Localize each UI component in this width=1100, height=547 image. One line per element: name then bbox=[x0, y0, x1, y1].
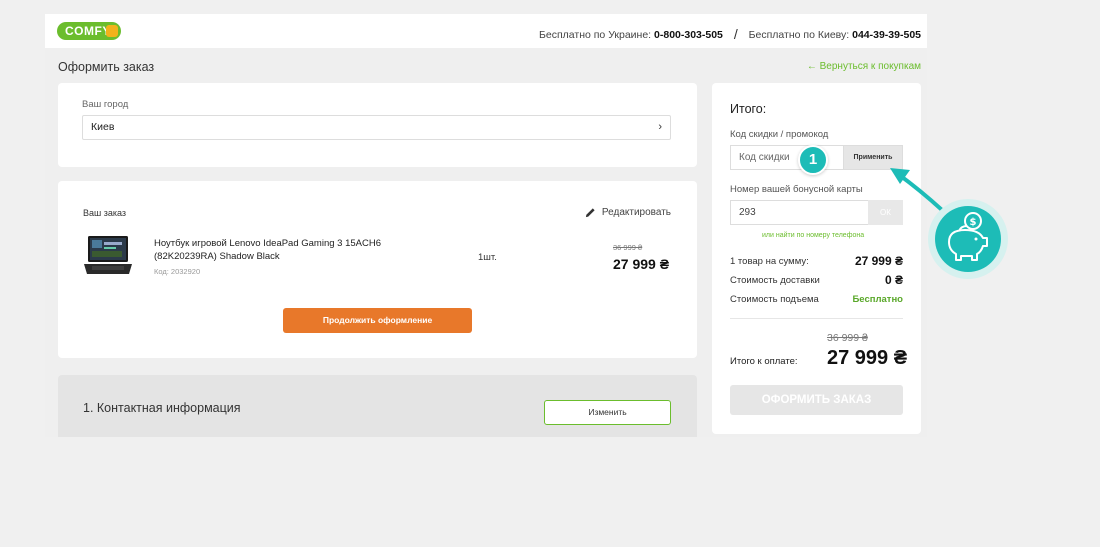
product-price: 27 999 ₴ bbox=[613, 256, 670, 272]
find-by-phone-link[interactable]: или найти по номеру телефона bbox=[762, 232, 864, 239]
phone-kyiv[interactable]: 044-39-39-505 bbox=[852, 29, 921, 41]
summary-title: Итого: bbox=[730, 102, 767, 116]
total-price: 27 999 ₴ bbox=[827, 347, 908, 369]
svg-text:$: $ bbox=[970, 217, 977, 228]
change-contact-button[interactable]: Изменить bbox=[544, 400, 671, 425]
comfy-logo[interactable]: COMFY bbox=[57, 22, 121, 40]
edit-label: Редактировать bbox=[601, 207, 671, 218]
phone-kyiv-label: Бесплатно по Киеву: bbox=[748, 29, 850, 41]
bonus-card-label: Номер вашей бонусной карты bbox=[730, 184, 863, 195]
product-name[interactable]: Ноутбук игровой Lenovo IdeaPad Gaming 3 … bbox=[154, 237, 414, 263]
contact-info-section: 1. Контактная информация Изменить bbox=[58, 375, 697, 437]
phone-separator: / bbox=[733, 26, 738, 42]
phone-ukraine[interactable]: 0-800-303-505 bbox=[654, 29, 723, 41]
header: COMFY Бесплатно по Украине: 0-800-303-50… bbox=[45, 14, 927, 48]
header-phones: Бесплатно по Украине: 0-800-303-505 / Бе… bbox=[538, 25, 921, 42]
contact-info-title: 1. Контактная информация bbox=[83, 401, 241, 415]
chevron-right-icon: › bbox=[658, 121, 662, 133]
logo-mark-icon bbox=[106, 25, 118, 37]
city-select[interactable]: Киев › bbox=[82, 115, 671, 140]
city-value: Киев bbox=[91, 121, 115, 133]
phone-ukraine-label: Бесплатно по Украине: bbox=[538, 29, 652, 41]
city-label: Ваш город bbox=[82, 99, 129, 110]
back-to-shopping-link[interactable]: ← Вернуться к покупкам bbox=[807, 61, 921, 72]
logo-text: COMFY bbox=[65, 24, 111, 38]
row-label: Стоимость доставки bbox=[730, 275, 820, 286]
order-summary-card: Итого: Код скидки / промокод Код скидки … bbox=[712, 83, 921, 434]
order-card: Ваш заказ Редактировать Ноутбук игровой … bbox=[58, 181, 697, 358]
checkout-page: COMFY Бесплатно по Украине: 0-800-303-50… bbox=[45, 14, 927, 437]
total-old-price: 36 999 ₴ bbox=[827, 332, 868, 344]
row-value: Бесплатно bbox=[852, 294, 903, 305]
product-quantity: 1шт. bbox=[478, 252, 497, 263]
summary-divider bbox=[730, 318, 903, 319]
row-label: Стоимость подъема bbox=[730, 294, 819, 305]
step-badge: 1 bbox=[798, 145, 828, 175]
city-card: Ваш город Киев › bbox=[58, 83, 697, 167]
pencil-icon bbox=[585, 208, 595, 218]
continue-checkout-button[interactable]: Продолжить оформление bbox=[283, 308, 472, 333]
page-title: Оформить заказ bbox=[58, 60, 155, 74]
row-value: 27 999 ₴ bbox=[854, 254, 903, 268]
summary-row-lifting: Стоимость подъема Бесплатно bbox=[730, 294, 903, 305]
place-order-button[interactable]: ОФОРМИТЬ ЗАКАЗ bbox=[730, 385, 903, 415]
order-label: Ваш заказ bbox=[83, 208, 127, 218]
summary-row-delivery: Стоимость доставки 0 ₴ bbox=[730, 273, 903, 287]
edit-order-link[interactable]: Редактировать bbox=[585, 207, 671, 218]
product-code: Код: 2032920 bbox=[154, 267, 201, 276]
row-label: 1 товар на сумму: bbox=[730, 256, 809, 267]
promo-label: Код скидки / промокод bbox=[730, 129, 829, 140]
total-label: Итого к оплате: bbox=[730, 356, 798, 367]
product-old-price: 36 999 ₴ bbox=[613, 243, 643, 252]
bonus-card-input[interactable]: 293 bbox=[730, 200, 868, 225]
row-value: 0 ₴ bbox=[884, 273, 903, 287]
laptop-image[interactable] bbox=[82, 234, 134, 278]
summary-row-items: 1 товар на сумму: 27 999 ₴ bbox=[730, 254, 903, 268]
piggy-bank-icon: $ bbox=[928, 199, 1008, 279]
